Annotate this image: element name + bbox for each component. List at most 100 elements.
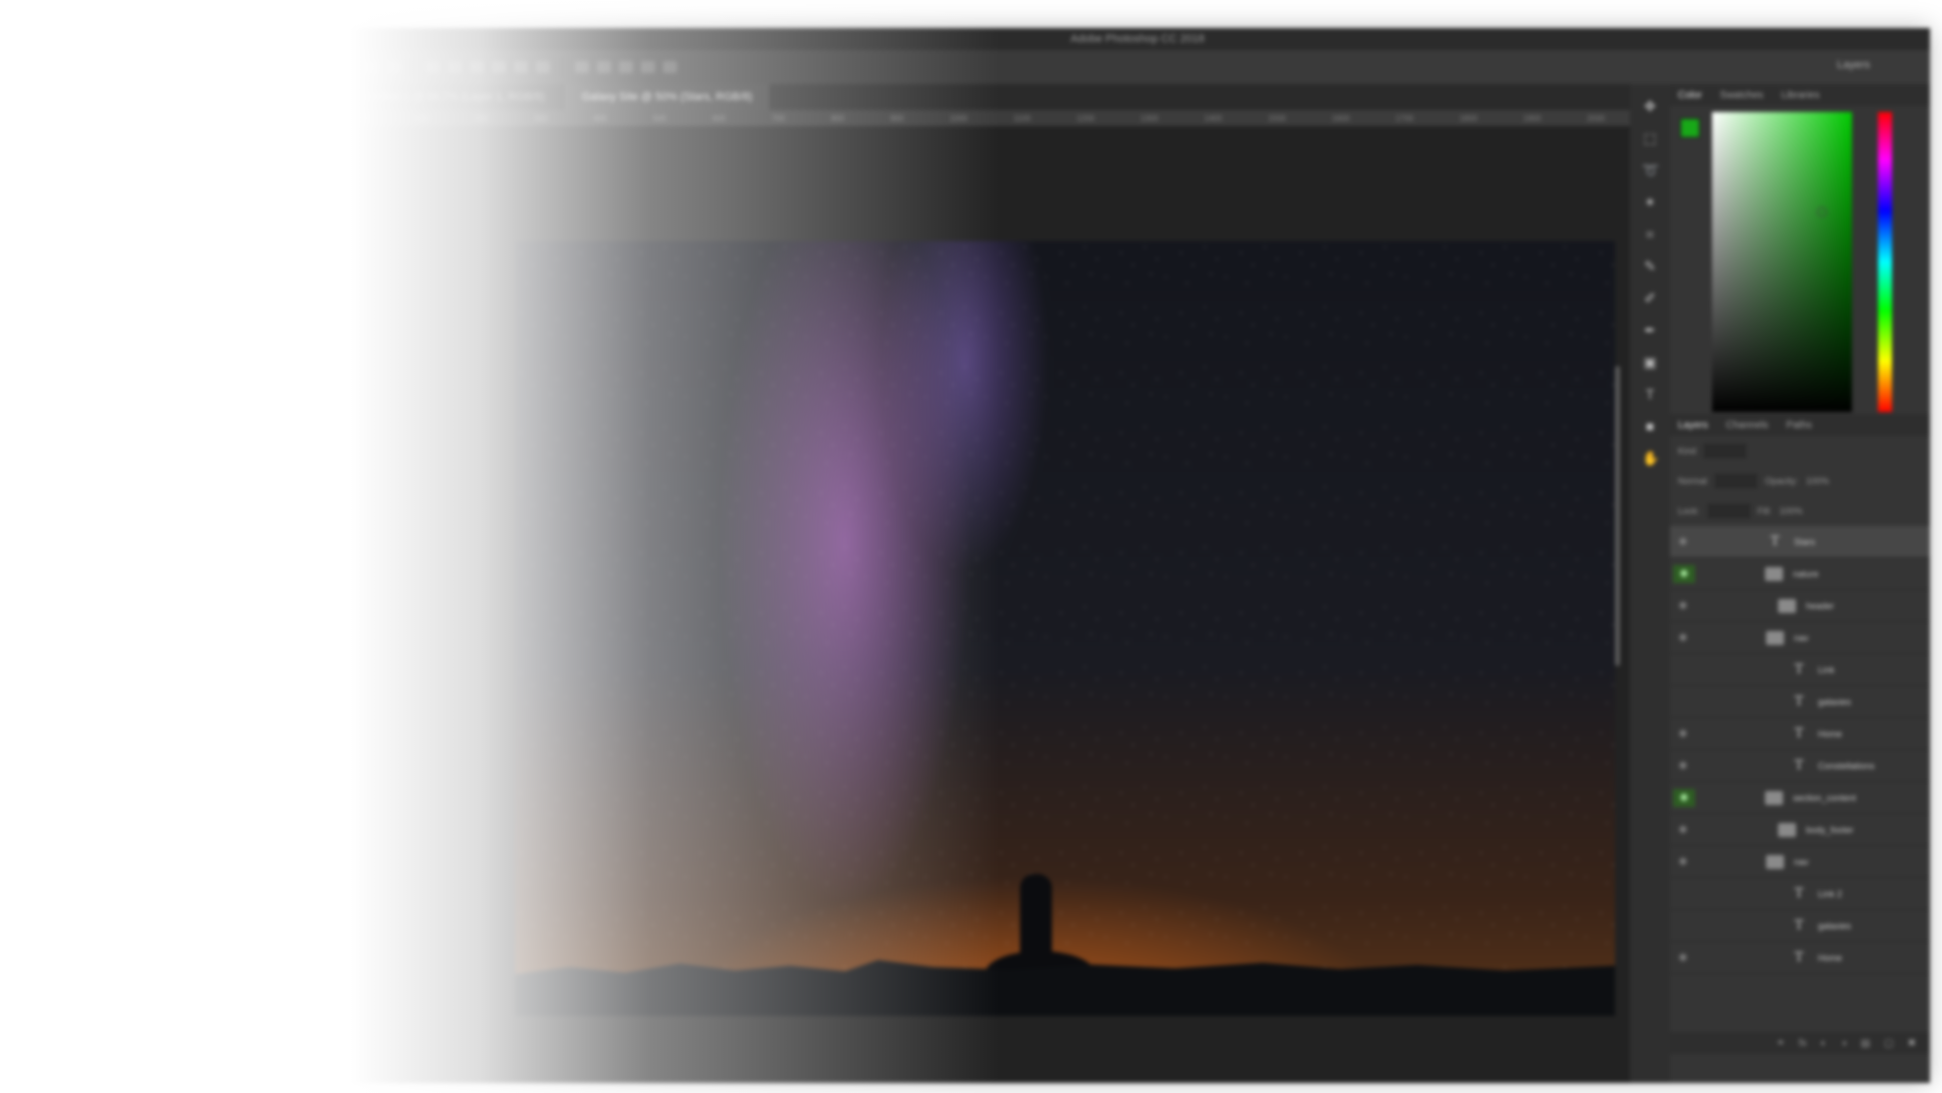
- marquee-icon[interactable]: ⬚: [1642, 130, 1658, 146]
- adjustment-icon[interactable]: ◑: [1841, 1038, 1847, 1049]
- color-panel: Color Swatches Libraries: [1670, 84, 1930, 414]
- options-bar: [345, 50, 1930, 84]
- ruler-tick: 1900: [1523, 113, 1542, 123]
- new-layer-icon[interactable]: ▢: [1884, 1038, 1893, 1049]
- lock-icons[interactable]: [1707, 504, 1750, 518]
- workspace-switcher[interactable]: Layers: [1837, 59, 1870, 71]
- ruler-tick: 600: [712, 113, 726, 123]
- layer-row[interactable]: T Link: [1670, 654, 1930, 686]
- filter-icons[interactable]: [1704, 444, 1747, 458]
- align-center-icon[interactable]: [448, 61, 462, 73]
- align-right-icon[interactable]: [470, 61, 484, 73]
- brush-icon[interactable]: ✐: [1642, 290, 1658, 306]
- ruler-tick: 1300: [1140, 113, 1159, 123]
- ruler-tick: 1500: [1268, 113, 1286, 123]
- visibility-eye-icon[interactable]: ◉: [1670, 600, 1696, 611]
- layer-row[interactable]: Tgalaxies: [1670, 910, 1930, 942]
- canvas-image[interactable]: [515, 241, 1615, 1016]
- ruler-tick: 1000: [949, 113, 968, 123]
- visibility-eye-icon[interactable]: ◉: [1670, 856, 1696, 867]
- layer-row[interactable]: ◉ T Home: [1670, 942, 1930, 974]
- type-icon[interactable]: T: [1642, 386, 1658, 402]
- vertical-scrollbar[interactable]: [1615, 366, 1620, 666]
- blend-mode-dropdown[interactable]: [1715, 474, 1758, 488]
- distribute-icon[interactable]: [575, 61, 589, 73]
- blend-mode-select[interactable]: Normal: [1678, 476, 1707, 486]
- layer-row[interactable]: ◉ T Home: [1670, 718, 1930, 750]
- trash-icon[interactable]: ✖: [1908, 1038, 1916, 1049]
- visibility-eye-icon[interactable]: ◉: [1670, 760, 1696, 771]
- document-tab-active[interactable]: Galaxy Site @ 50% (Stars, RGB/8): [563, 84, 772, 110]
- tab-color[interactable]: Color: [1678, 90, 1702, 101]
- visibility-eye-icon[interactable]: ◉: [1670, 952, 1696, 963]
- color-field[interactable]: [1712, 112, 1852, 412]
- lasso-icon[interactable]: ➰: [1642, 162, 1659, 178]
- filter-kind-select[interactable]: Kind: [1678, 446, 1696, 456]
- move-icon[interactable]: ✥: [1642, 98, 1658, 114]
- layer-row[interactable]: ◉ nav: [1670, 622, 1930, 654]
- 3d-mode-icon[interactable]: [641, 61, 655, 73]
- visibility-eye-icon[interactable]: ◉: [1673, 788, 1695, 807]
- tab-swatches[interactable]: Swatches: [1720, 90, 1763, 101]
- opacity-label: Opacity:: [1765, 476, 1799, 486]
- layer-row[interactable]: ◉ body_footer: [1670, 814, 1930, 846]
- mask-icon[interactable]: ◐: [1821, 1038, 1827, 1049]
- tab-layers[interactable]: Layers: [1678, 420, 1708, 431]
- ruler-tick: 1100: [1013, 113, 1031, 123]
- layer-row[interactable]: ◉ T Constellations: [1670, 750, 1930, 782]
- layer-name: Link: [1818, 664, 1835, 675]
- document-tab[interactable]: Untitled-1 @ 66.7% (Layer 1, RGB/8): [345, 84, 564, 110]
- pen-icon[interactable]: ✒: [1642, 322, 1658, 338]
- text-layer-icon: T: [1794, 757, 1804, 773]
- distribute-icon[interactable]: [597, 61, 611, 73]
- visibility-eye-icon[interactable]: ◉: [1670, 536, 1696, 547]
- tool-preset-icon[interactable]: [387, 61, 401, 73]
- distribute-icon[interactable]: [619, 61, 633, 73]
- stamp-icon[interactable]: ▣: [1642, 354, 1658, 370]
- color-picker-marker[interactable]: [1817, 207, 1827, 217]
- eyedropper-icon[interactable]: ✎: [1642, 258, 1658, 274]
- layer-row[interactable]: Tgalaxies: [1670, 686, 1930, 718]
- layer-name: Link 2: [1818, 888, 1843, 899]
- shape-icon[interactable]: ■: [1642, 418, 1658, 434]
- layer-row[interactable]: ◉ nature: [1670, 558, 1930, 590]
- layers-panel-tabs: Layers Channels Paths: [1670, 414, 1930, 436]
- fill-value[interactable]: 100%: [1780, 506, 1803, 516]
- layer-row[interactable]: ◉ header: [1670, 590, 1930, 622]
- layer-row[interactable]: ◉ nav: [1670, 846, 1930, 878]
- home-icon[interactable]: [365, 61, 379, 73]
- layer-row[interactable]: ◉ T Stars: [1670, 526, 1930, 558]
- visibility-eye-icon[interactable]: ◉: [1670, 824, 1696, 835]
- text-layer-icon: T: [1794, 917, 1804, 933]
- visibility-eye-icon[interactable]: ◉: [1673, 564, 1695, 583]
- align-top-icon[interactable]: [492, 61, 506, 73]
- hand-icon[interactable]: ✋: [1642, 450, 1659, 466]
- fx-icon[interactable]: fx: [1799, 1038, 1807, 1049]
- 3d-mode-icon[interactable]: [663, 61, 677, 73]
- align-left-icon[interactable]: [426, 61, 440, 73]
- canvas-area[interactable]: [345, 126, 1630, 1083]
- fill-label: Fill:: [1757, 506, 1772, 516]
- visibility-eye-icon[interactable]: ◉: [1670, 728, 1696, 739]
- visibility-eye-icon[interactable]: ◉: [1670, 632, 1696, 643]
- foreground-color-swatch[interactable]: [1680, 118, 1700, 138]
- text-layer-icon: T: [1794, 693, 1804, 709]
- person-silhouette: [1020, 874, 1052, 966]
- layer-row[interactable]: ◉ section_content: [1670, 782, 1930, 814]
- opacity-value[interactable]: 100%: [1806, 476, 1829, 486]
- hue-slider[interactable]: [1878, 112, 1892, 412]
- link-icon[interactable]: ⚭: [1776, 1038, 1784, 1049]
- lock-label: Lock:: [1678, 506, 1700, 516]
- tab-channels[interactable]: Channels: [1726, 420, 1768, 431]
- align-bottom-icon[interactable]: [536, 61, 550, 73]
- align-middle-icon[interactable]: [514, 61, 528, 73]
- crop-icon[interactable]: ⌗: [1642, 226, 1658, 242]
- magic-wand-icon[interactable]: ✶: [1642, 194, 1658, 210]
- folder-icon: [1765, 566, 1783, 581]
- tab-libraries[interactable]: Libraries: [1781, 90, 1819, 101]
- layer-row[interactable]: T Link 2: [1670, 878, 1930, 910]
- group-icon[interactable]: ▤: [1861, 1038, 1870, 1049]
- text-layer-icon: T: [1794, 725, 1804, 741]
- window-title: Adobe Photoshop CC 2018: [1070, 33, 1205, 45]
- tab-paths[interactable]: Paths: [1786, 420, 1812, 431]
